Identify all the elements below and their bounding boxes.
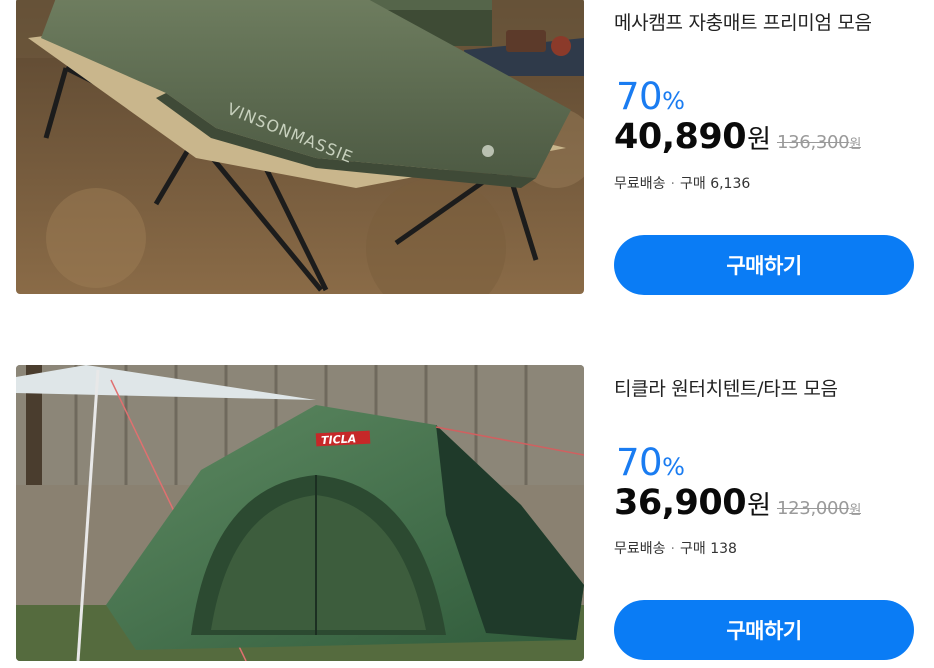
product-image-tent[interactable]: TICLA <box>16 365 584 661</box>
original-price-unit: 원 <box>849 137 861 152</box>
product-meta: 무료배송 · 구매 6,136 <box>614 173 750 193</box>
meta-separator: · <box>670 176 675 192</box>
discount-rate: 70% <box>616 75 685 118</box>
purchase-count: 구매 6,136 <box>679 176 751 192</box>
discount-unit: % <box>662 453 685 481</box>
sale-price: 40,890 <box>614 117 747 157</box>
buy-button[interactable]: 구매하기 <box>614 235 914 295</box>
product-meta: 무료배송 · 구매 138 <box>614 538 737 558</box>
original-price: 123,000원 <box>777 498 861 519</box>
discount-value: 70 <box>616 441 663 484</box>
sale-price: 36,900 <box>614 483 747 523</box>
discount-unit: % <box>662 87 685 115</box>
product-card[interactable]: VINSONMASSIE 메사캠프 자충매트 프리미엄 모음 70% 40,89… <box>0 0 934 300</box>
product-title[interactable]: 메사캠프 자충매트 프리미엄 모음 <box>614 8 872 35</box>
discount-rate: 70% <box>616 441 685 484</box>
shipping-label: 무료배송 <box>614 541 666 557</box>
price-row: 36,900원 123,000원 <box>614 483 861 523</box>
original-price-value: 123,000 <box>776 498 850 519</box>
buy-button[interactable]: 구매하기 <box>614 600 914 660</box>
product-image-camping-mat[interactable]: VINSONMASSIE <box>16 0 584 294</box>
shipping-label: 무료배송 <box>614 176 666 192</box>
original-price-unit: 원 <box>849 503 861 518</box>
original-price-value: 136,300 <box>776 132 850 153</box>
meta-separator: · <box>670 541 675 557</box>
purchase-count: 구매 138 <box>679 541 737 557</box>
price-row: 40,890원 136,300원 <box>614 117 861 157</box>
product-card[interactable]: TICLA 티클라 원터치텐트/타프 모음 70% 36,900원 123,000… <box>0 365 934 665</box>
tent-brand-text: TICLA <box>321 432 357 447</box>
product-title[interactable]: 티클라 원터치텐트/타프 모음 <box>614 374 838 401</box>
sale-price-unit: 원 <box>747 125 771 155</box>
discount-value: 70 <box>616 75 663 118</box>
original-price: 136,300원 <box>777 132 861 153</box>
sale-price-unit: 원 <box>747 491 771 521</box>
